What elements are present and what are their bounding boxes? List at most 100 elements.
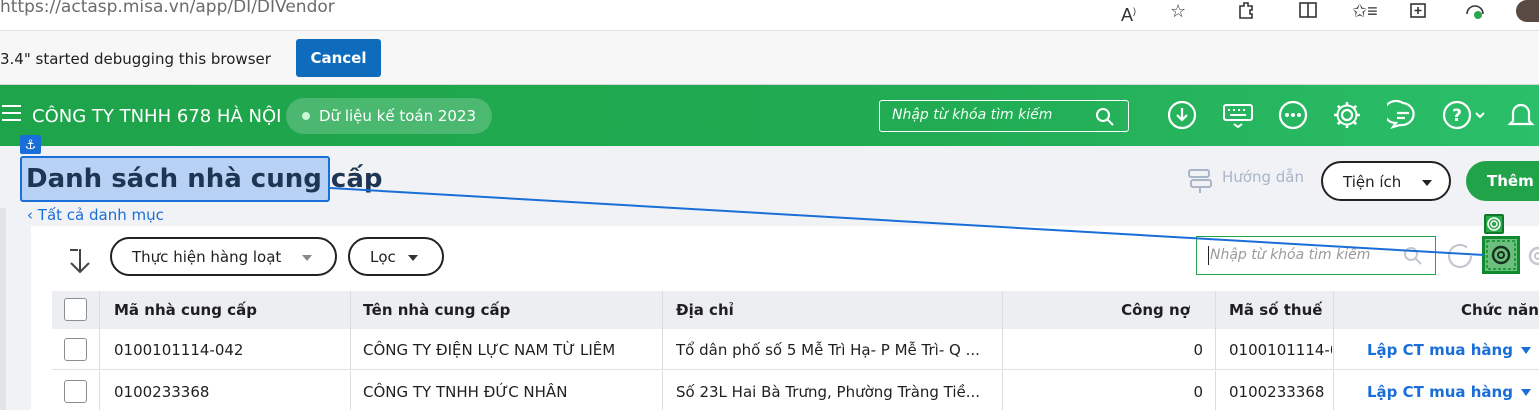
profile-avatar[interactable] <box>1516 0 1539 22</box>
header-search-box[interactable] <box>879 100 1129 132</box>
grid-search-box[interactable] <box>1196 236 1436 275</box>
column-divider <box>1333 329 1334 369</box>
header-search-input[interactable] <box>892 107 1092 123</box>
guide-label: Hướng dẫn <box>1222 168 1304 186</box>
table-row[interactable]: 0100233368 CÔNG TY TNHH ĐỨC NHÂN Số 23L … <box>52 371 1539 410</box>
grid-settings-gear-icon[interactable] <box>1524 243 1539 269</box>
page-title-highlight: Danh sách nhà cung cấp <box>20 156 382 202</box>
page-title: Danh sách nhà cung cấp <box>26 164 383 194</box>
app-header: CÔNG TY TNHH 678 HÀ NỘI Dữ liệu kế toán … <box>0 85 1539 146</box>
vendor-code: 0100233368 <box>114 383 210 401</box>
column-header-name[interactable]: Tên nhà cung cấp <box>363 291 510 329</box>
bulk-action-dropdown[interactable]: Thực hiện hàng loạt <box>110 237 337 276</box>
column-divider <box>99 371 100 410</box>
vendor-code: 0100101114-042 <box>114 341 244 359</box>
action-caret-down-icon[interactable] <box>1521 347 1531 354</box>
back-link-label: Tất cả danh mục <box>37 206 164 224</box>
target-marker-icon <box>1484 214 1504 234</box>
address-url[interactable]: https://actasp.misa.vn/app/DI/DIVendor <box>0 0 335 17</box>
add-button[interactable]: Thêm <box>1466 161 1539 201</box>
vendor-address: Tổ dân phố số 5 Mễ Trì Hạ- P Mễ Trì- Q .… <box>676 341 980 359</box>
more-options-icon[interactable] <box>1277 99 1309 131</box>
bulk-action-label: Thực hiện hàng loạt <box>132 248 282 266</box>
status-dot <box>302 112 310 120</box>
back-to-all-categories-link[interactable]: ‹ Tất cả danh mục <box>27 206 164 224</box>
filter-label: Lọc <box>370 248 396 266</box>
caret-down-icon <box>1422 180 1432 186</box>
column-header-address[interactable]: Địa chỉ <box>676 291 734 329</box>
read-aloud-icon[interactable]: A) <box>1121 2 1136 24</box>
caret-down-icon <box>302 255 312 261</box>
column-header-actions: Chức năng <box>1461 301 1539 319</box>
search-icon[interactable] <box>1403 246 1423 266</box>
column-divider <box>350 371 351 410</box>
column-header-tax-code[interactable]: Mã số thuế <box>1229 291 1322 329</box>
split-screen-icon[interactable] <box>1298 0 1318 20</box>
debugging-infobar: 3.4" started debugging this browser Canc… <box>0 30 1539 85</box>
row-checkbox[interactable] <box>64 338 87 361</box>
table-header: Mã nhà cung cấp Tên nhà cung cấp Địa chỉ… <box>52 291 1539 329</box>
action-caret-down-icon[interactable] <box>1521 389 1531 396</box>
grid-search-input[interactable] <box>1210 247 1390 263</box>
notification-bell-icon[interactable] <box>1505 99 1537 131</box>
column-divider <box>662 329 663 369</box>
column-divider <box>1333 291 1334 329</box>
left-scroll-grip <box>0 208 6 410</box>
browser-address-bar: https://actasp.misa.vn/app/DI/DIVendor A… <box>0 0 1539 30</box>
collections-icon[interactable] <box>1408 0 1430 20</box>
column-divider <box>1215 371 1216 410</box>
chevron-left-icon: ‹ <box>27 206 38 224</box>
column-header-debt[interactable]: Công nợ <box>1002 291 1190 329</box>
accounting-data-label: Dữ liệu kế toán 2023 <box>319 107 477 125</box>
cancel-debug-button[interactable]: Cancel <box>296 39 381 77</box>
select-all-checkbox[interactable] <box>64 298 87 321</box>
column-divider <box>1333 371 1334 410</box>
column-divider <box>99 329 100 369</box>
highlighted-grid-settings-icon[interactable] <box>1482 236 1520 274</box>
vendor-debt: 0 <box>1193 383 1203 401</box>
column-divider <box>1215 329 1216 369</box>
vendor-tax-code: 0100233368 <box>1229 383 1325 401</box>
column-divider <box>99 291 100 329</box>
help-icon[interactable]: ? <box>1442 99 1488 131</box>
vendor-address: Số 23L Hai Bà Trưng, Phường Tràng Tiề... <box>676 383 981 401</box>
row-checkbox[interactable] <box>64 380 87 403</box>
table-row[interactable]: 0100101114-042 CÔNG TY ĐIỆN LỰC NAM TỪ L… <box>52 329 1539 370</box>
refresh-icon[interactable] <box>1444 240 1476 272</box>
column-divider <box>350 291 351 329</box>
search-icon[interactable] <box>1095 107 1115 127</box>
text-cursor <box>1208 246 1209 265</box>
column-divider <box>350 329 351 369</box>
column-divider <box>1215 291 1216 329</box>
svg-text:?: ? <box>1452 106 1462 126</box>
anchor-icon: ⚓ <box>20 135 41 154</box>
add-label: Thêm <box>1487 172 1534 190</box>
company-name[interactable]: CÔNG TY TNHH 678 HÀ NỘI <box>32 106 281 127</box>
create-purchase-voucher-link[interactable]: Lập CT mua hàng <box>1367 371 1513 410</box>
vendor-name: CÔNG TY TNHH ĐỨC NHÂN <box>363 383 568 401</box>
utilities-label: Tiện ích <box>1343 173 1402 191</box>
accounting-data-selector[interactable]: Dữ liệu kế toán 2023 <box>286 98 492 134</box>
debug-message: 3.4" started debugging this browser <box>0 50 271 68</box>
vendor-name: CÔNG TY ĐIỆN LỰC NAM TỪ LIÊM <box>363 341 616 359</box>
sort-arrow-icon[interactable] <box>68 247 94 275</box>
utilities-dropdown[interactable]: Tiện ích <box>1321 161 1451 201</box>
vendor-tax-code: 0100101114-0 <box>1229 341 1332 359</box>
column-divider <box>662 371 663 410</box>
hamburger-menu-icon[interactable] <box>2 105 21 121</box>
column-header-code[interactable]: Mã nhà cung cấp <box>114 291 257 329</box>
chat-icon[interactable] <box>1387 99 1419 131</box>
vendor-debt: 0 <box>1193 341 1203 359</box>
favorite-star-icon[interactable]: ☆ <box>1170 2 1186 20</box>
keyboard-icon[interactable] <box>1222 99 1254 131</box>
signpost-icon <box>1188 169 1212 193</box>
caret-down-icon <box>408 255 418 261</box>
settings-gear-icon[interactable] <box>1331 99 1363 131</box>
extensions-icon[interactable] <box>1236 0 1256 20</box>
create-purchase-voucher-link[interactable]: Lập CT mua hàng <box>1367 329 1513 369</box>
favorites-list-icon[interactable]: ✩≡ <box>1352 2 1378 20</box>
column-divider <box>662 291 663 329</box>
download-icon[interactable] <box>1166 99 1198 131</box>
filter-dropdown[interactable]: Lọc <box>348 237 444 276</box>
performance-icon[interactable] <box>1464 0 1486 20</box>
